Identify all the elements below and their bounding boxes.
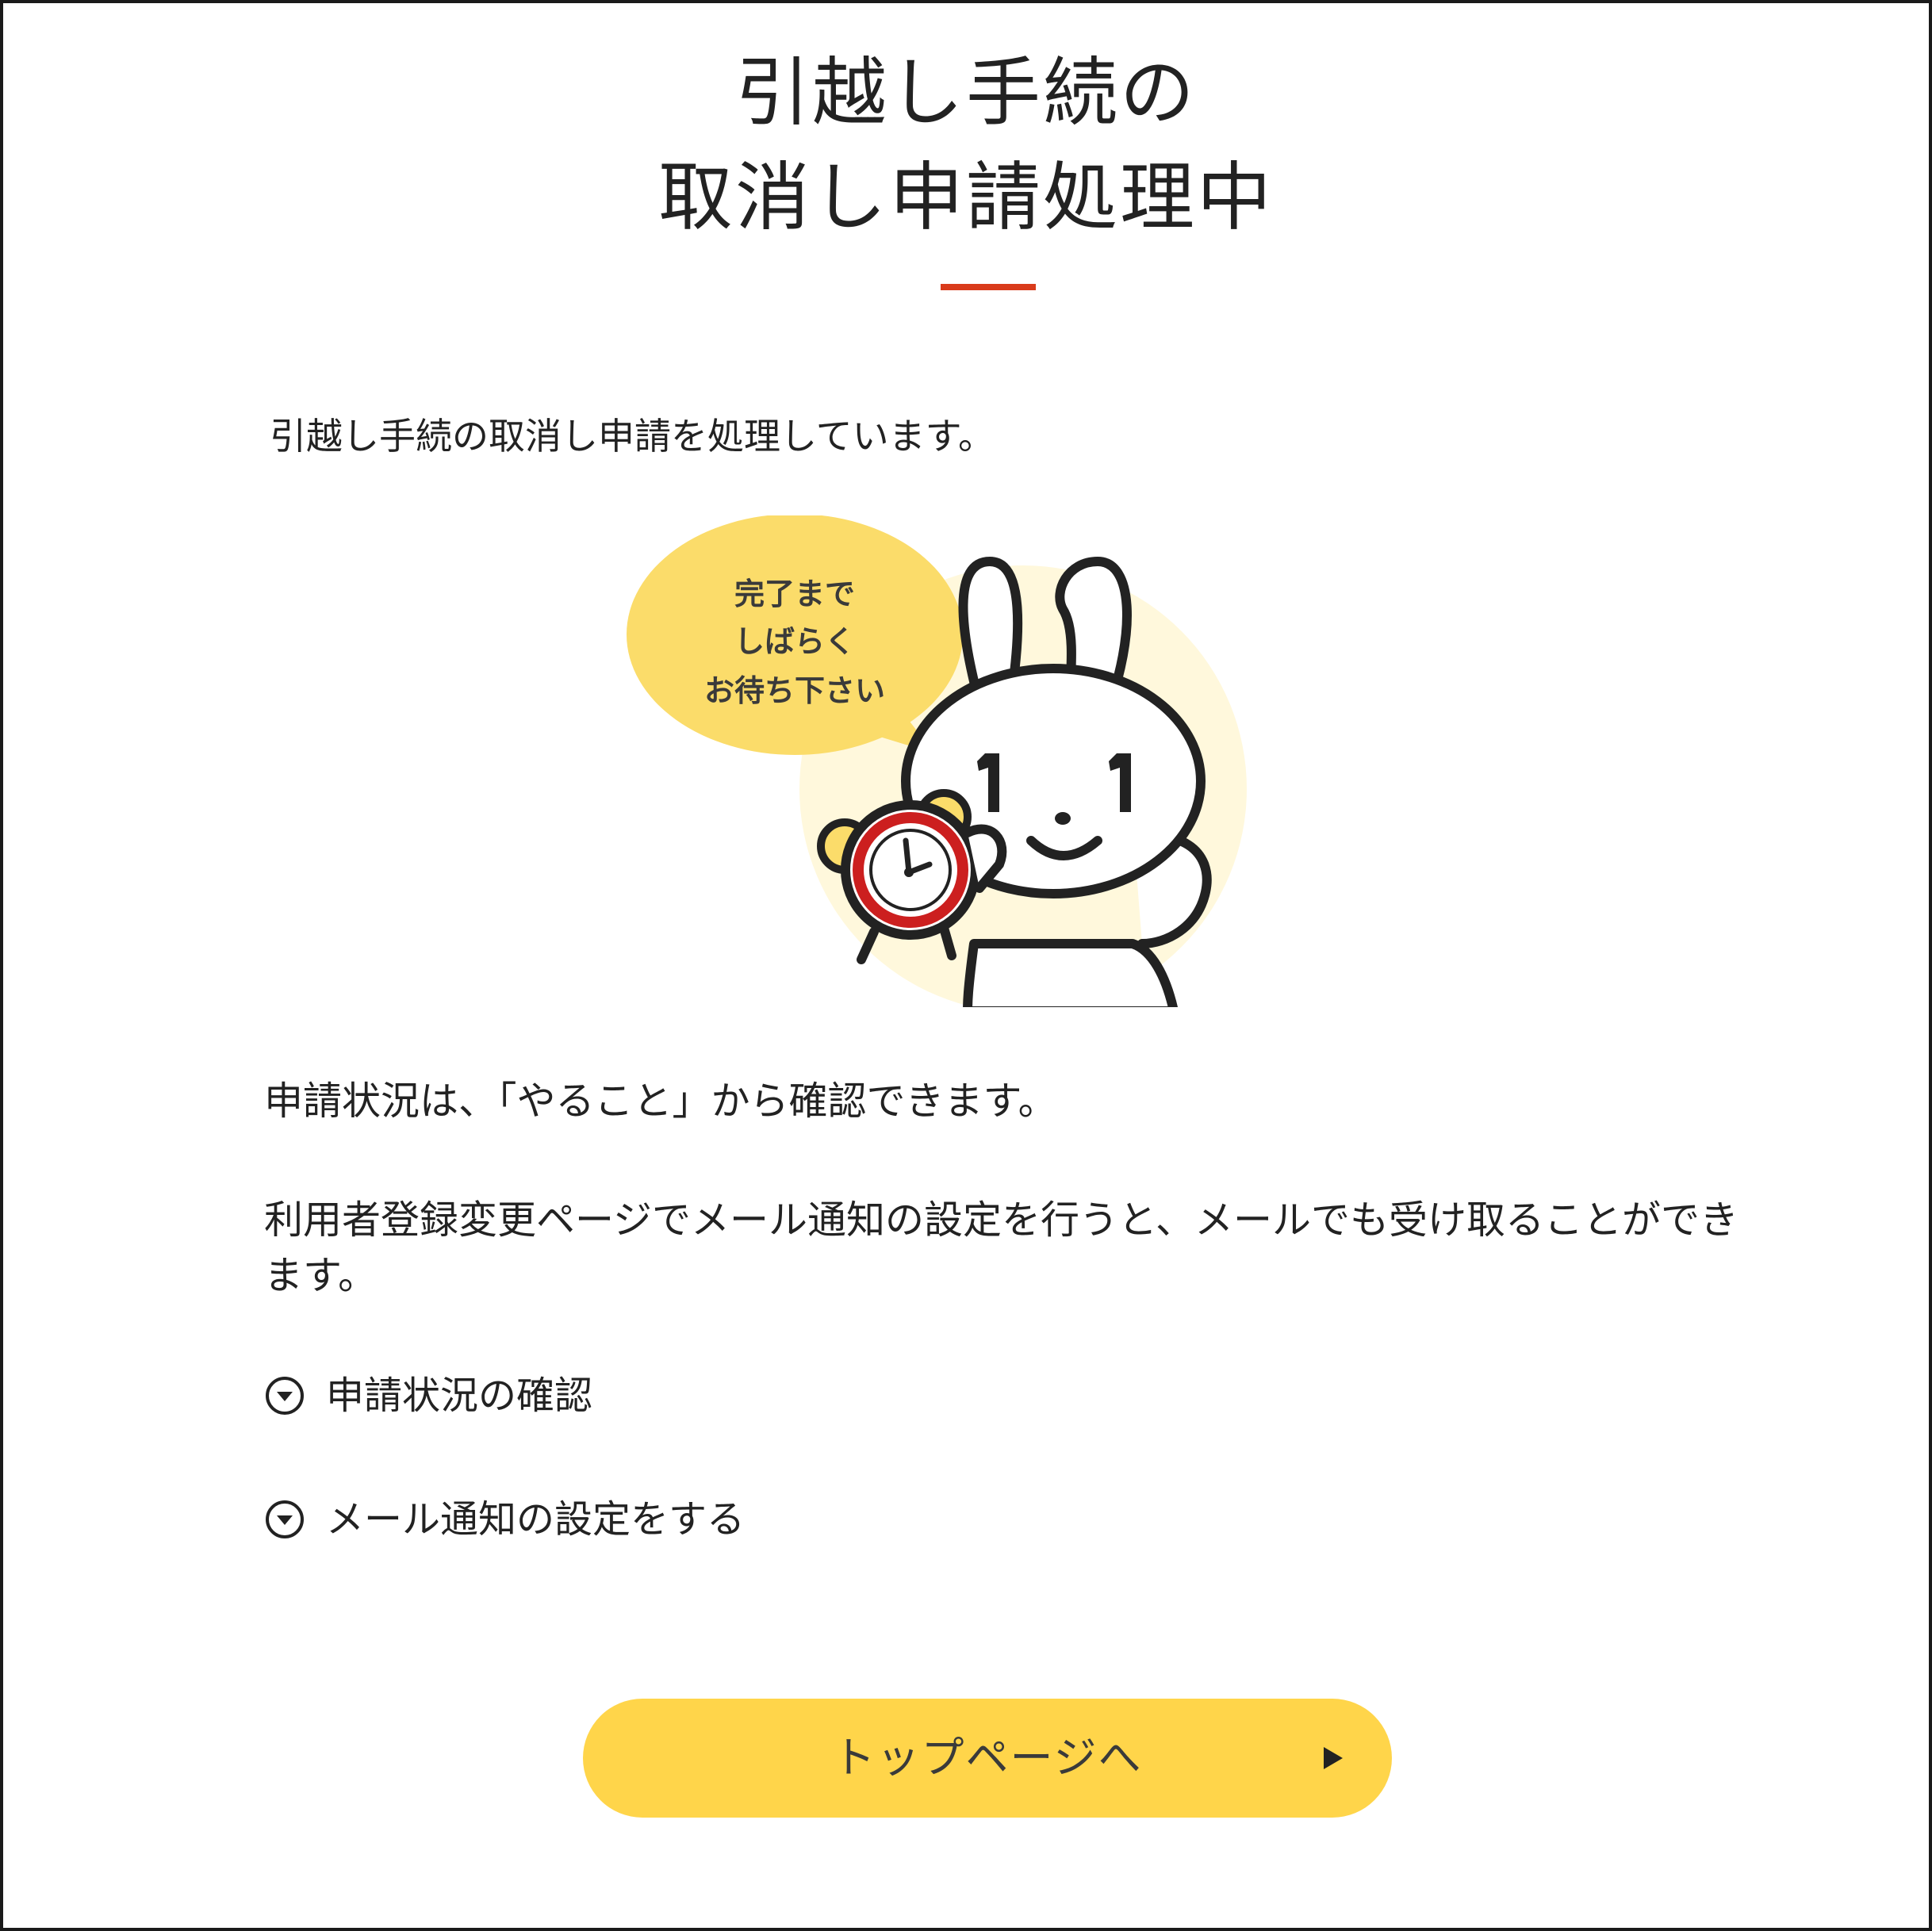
check-status-link[interactable]: 申請状況の確認 — [264, 1370, 592, 1421]
status-info-text: 申請状況は、「やること」から確認できます。 — [264, 1079, 1057, 1124]
top-page-button[interactable]: トップページへ — [583, 1699, 1392, 1818]
bubble-line-3: お待ち下さい — [704, 673, 885, 708]
mascot-illustration: 完了まで しばらく お待ち下さい — [627, 515, 1247, 1007]
page-title: 引越し手続の 取消し申請処理中 — [0, 41, 1932, 251]
title-accent-rule — [941, 284, 1036, 290]
mail-info-text: 利用者登録変更ページでメール通知の設定を行うと、メールでも受け取ることができます… — [264, 1197, 1739, 1298]
chevron-down-circle-icon — [266, 1500, 304, 1538]
page-title-line-2: 取消し申請処理中 — [657, 155, 1274, 241]
check-status-link-label: 申請状況の確認 — [326, 1374, 593, 1418]
top-page-button-label: トップページへ — [832, 1733, 1143, 1783]
mail-settings-link[interactable]: メール通知の設定をする — [264, 1494, 745, 1545]
page-title-line-1: 引越し手続の — [734, 50, 1197, 136]
speech-bubble: 完了まで しばらく お待ち下さい — [627, 515, 963, 755]
bubble-line-2: しばらく — [734, 624, 855, 659]
triangle-right-icon — [1324, 1747, 1343, 1769]
chevron-down-circle-icon — [266, 1377, 304, 1415]
mail-settings-link-label: メール通知の設定をする — [326, 1497, 746, 1542]
lead-message: 引越し手続の取消し申請を処理しています。 — [270, 415, 995, 458]
bubble-line-1: 完了まで — [734, 577, 855, 611]
